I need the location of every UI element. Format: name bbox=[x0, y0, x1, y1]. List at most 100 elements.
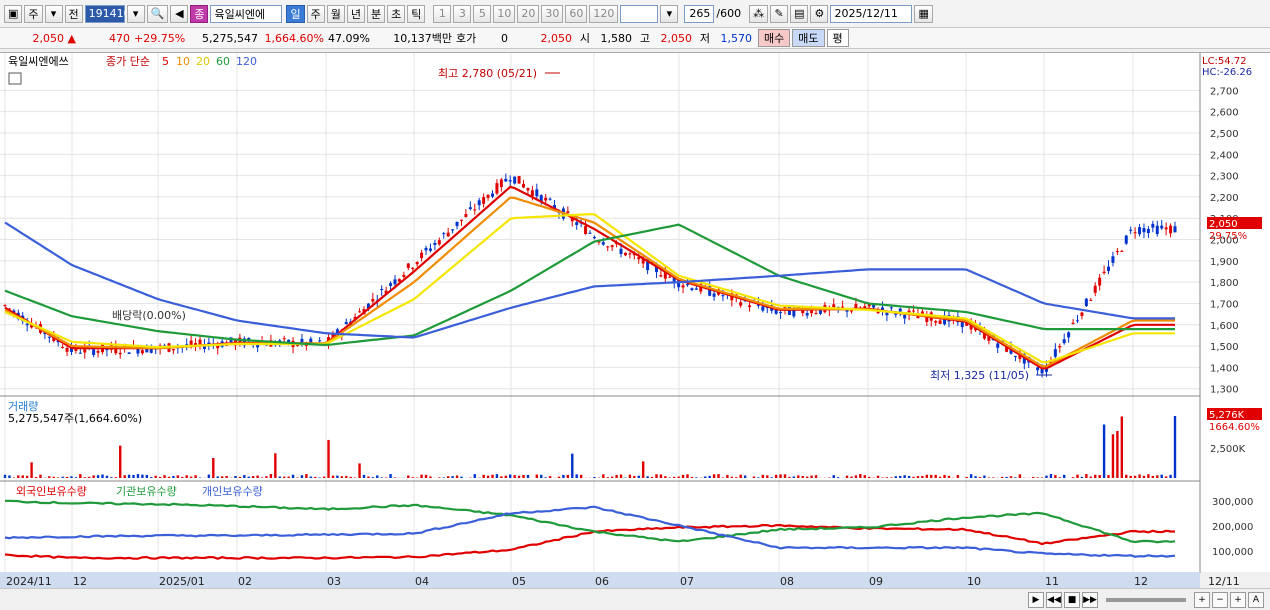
volume-bar bbox=[460, 476, 463, 478]
buy-button[interactable]: 매수 bbox=[758, 29, 791, 47]
zoom-slider[interactable] bbox=[1106, 597, 1186, 602]
interval-30[interactable]: 30 bbox=[541, 4, 564, 23]
volume-bar bbox=[34, 476, 38, 478]
candle-body bbox=[628, 253, 632, 255]
play-icon[interactable]: ▶ bbox=[1028, 591, 1044, 608]
interval-dropdown-icon[interactable]: ▾ bbox=[660, 4, 679, 23]
rewind-icon[interactable]: ◀◀ bbox=[1046, 591, 1062, 608]
candle-body bbox=[171, 349, 175, 351]
interval-120[interactable]: 120 bbox=[589, 4, 619, 23]
count-input[interactable]: 265 bbox=[684, 4, 715, 23]
fast-forward-icon[interactable]: ▶▶ bbox=[1082, 591, 1098, 608]
layout-icon[interactable]: ▣ bbox=[4, 4, 23, 23]
volume-bar bbox=[1107, 475, 1110, 478]
volume-bar bbox=[283, 476, 286, 478]
stop-icon[interactable]: ■ bbox=[1064, 591, 1080, 608]
candle-body bbox=[566, 211, 570, 213]
interval-60[interactable]: 60 bbox=[565, 4, 588, 23]
zoom-in-icon[interactable]: + bbox=[1230, 591, 1246, 608]
candle-body bbox=[486, 194, 490, 198]
period-tab-2[interactable]: 월 bbox=[326, 4, 345, 23]
volume-bar bbox=[256, 475, 259, 478]
font-icon[interactable]: A bbox=[1248, 591, 1264, 608]
candle-body bbox=[198, 339, 202, 345]
chart-area[interactable]: 2024/11 12 2025/01 02 03 04 05 06 07 08 09 10 11 12 12… bbox=[0, 52, 1270, 589]
interval-1[interactable]: 1 bbox=[433, 4, 452, 23]
volume-bar bbox=[212, 458, 215, 478]
volume-bar bbox=[17, 475, 20, 478]
volume-bar bbox=[420, 474, 423, 478]
candle-body bbox=[1080, 312, 1084, 316]
code-input[interactable]: 191410 bbox=[84, 4, 131, 23]
chart-svg[interactable]: 2024/11 12 2025/01 02 03 04 05 06 07 08 09 10 11 12 12… bbox=[0, 53, 1270, 589]
interval-20[interactable]: 20 bbox=[517, 4, 540, 23]
volume-bar bbox=[708, 475, 711, 478]
period-tab-4[interactable]: 분 bbox=[366, 4, 386, 23]
hold-tick-100k: 100,000 bbox=[1212, 547, 1253, 558]
interval-10[interactable]: 10 bbox=[493, 4, 516, 23]
candle-body bbox=[619, 248, 623, 254]
candle-body bbox=[508, 180, 512, 182]
volume-bar bbox=[314, 476, 317, 478]
period-tab-0[interactable]: 일 bbox=[286, 4, 305, 23]
volume-bar bbox=[805, 476, 809, 478]
period-tab-5[interactable]: 초 bbox=[387, 4, 406, 23]
chevron-down-icon[interactable]: ▾ bbox=[44, 4, 63, 23]
vol-cur-pct: 1664.60% bbox=[1209, 422, 1260, 433]
volume-bar bbox=[243, 475, 246, 478]
chart-type-icon[interactable]: ⁂ bbox=[749, 4, 769, 23]
crosshair-icon[interactable]: + bbox=[1194, 591, 1210, 608]
date-input[interactable]: 2025/12/11 bbox=[830, 4, 913, 23]
volume-bar bbox=[194, 475, 197, 478]
save-icon[interactable]: ▤ bbox=[790, 4, 809, 23]
period-tab-6[interactable]: 틱 bbox=[407, 4, 426, 23]
retail-line bbox=[4, 505, 1176, 558]
candle-body bbox=[996, 343, 1000, 348]
candle-body bbox=[1098, 277, 1102, 286]
candle-body bbox=[1155, 225, 1159, 235]
interval-5[interactable]: 5 bbox=[473, 4, 492, 23]
calendar-icon[interactable]: ▦ bbox=[914, 4, 933, 23]
volume-bar bbox=[890, 477, 893, 478]
candle-body bbox=[588, 232, 592, 234]
table-icon[interactable] bbox=[8, 72, 22, 85]
amount-value: 10,137백만 bbox=[393, 32, 452, 45]
interval-input[interactable] bbox=[620, 4, 659, 23]
volume-bar bbox=[557, 476, 561, 478]
sell-button[interactable]: 매도 bbox=[792, 29, 825, 47]
candle-body bbox=[774, 309, 778, 314]
zoom-out-icon[interactable]: − bbox=[1212, 591, 1228, 608]
volume-bar bbox=[1031, 476, 1035, 478]
avg-button[interactable]: 평 bbox=[826, 29, 849, 47]
gear-icon[interactable]: ⚙ bbox=[810, 4, 829, 23]
volume-bar bbox=[189, 476, 193, 478]
candle-body bbox=[65, 347, 69, 352]
x-tick: 03 bbox=[327, 575, 341, 588]
volume-bar bbox=[172, 476, 175, 478]
candle-body bbox=[504, 178, 508, 182]
search-icon[interactable]: 🔍 bbox=[146, 4, 169, 23]
stock-name-field[interactable]: 육일씨엔에 bbox=[210, 4, 283, 23]
volume-bar bbox=[150, 477, 153, 478]
volume-bar bbox=[814, 475, 818, 478]
volume-bar bbox=[619, 474, 623, 478]
volume-bar bbox=[88, 476, 91, 478]
period-tab-3[interactable]: 년 bbox=[346, 4, 365, 23]
interval-3[interactable]: 3 bbox=[453, 4, 472, 23]
candle-body bbox=[140, 350, 144, 354]
speaker-icon[interactable]: ◀ bbox=[170, 4, 189, 23]
candle-body bbox=[495, 183, 499, 194]
code-dropdown-icon[interactable]: ▾ bbox=[126, 4, 145, 23]
period-tab-1[interactable]: 주 bbox=[306, 4, 325, 23]
y-tick: 2,300 bbox=[1210, 172, 1239, 183]
prev-button[interactable]: 전 bbox=[64, 4, 83, 23]
volume-bar bbox=[389, 474, 392, 478]
market-select[interactable]: 주 bbox=[24, 4, 43, 23]
draw-icon[interactable]: ✎ bbox=[770, 4, 789, 23]
x-tick: 06 bbox=[595, 575, 609, 588]
volume-bar bbox=[1138, 474, 1141, 478]
candle-body bbox=[437, 240, 441, 245]
candle-body bbox=[1053, 349, 1057, 357]
ma10-label: 10 bbox=[176, 55, 190, 68]
candle-body bbox=[136, 348, 140, 354]
